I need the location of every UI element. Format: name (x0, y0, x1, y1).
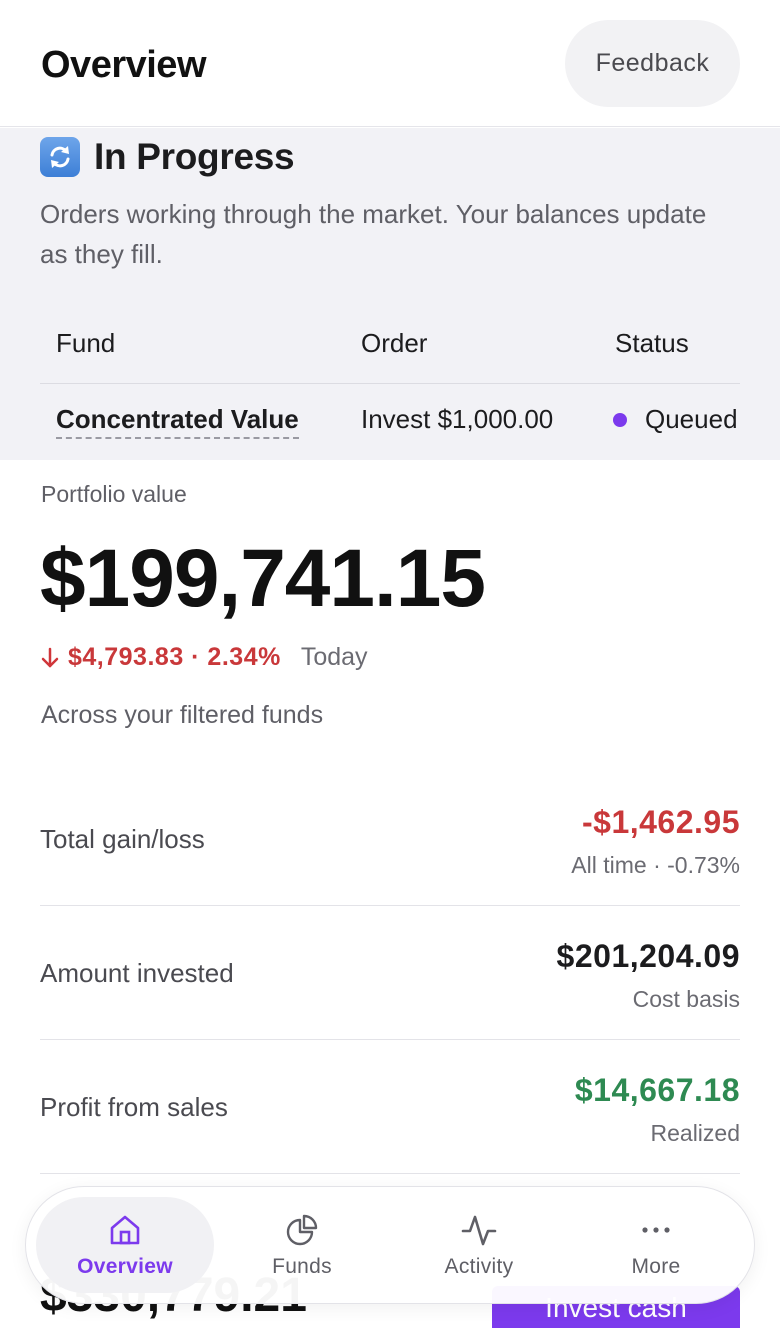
in-progress-header: In Progress (40, 136, 295, 178)
column-header-fund: Fund (56, 328, 116, 358)
in-progress-panel: In Progress Orders working through the m… (0, 128, 780, 460)
orders-table: Fund Order Status Concentrated Value Inv… (40, 298, 740, 460)
tab-label: Activity (444, 1255, 514, 1278)
stat-value: $14,667.18 (574, 1072, 740, 1108)
stat-label: Amount invested (40, 958, 234, 988)
bottom-tab-bar: Overview Funds Activity More (25, 1186, 755, 1304)
column-header-status: Status (615, 328, 689, 358)
stat-label: Total gain/loss (40, 824, 205, 854)
orders-table-header: Fund Order Status (40, 298, 740, 384)
order-cell: Invest $1,000.00 (361, 404, 554, 434)
tab-label: More (631, 1255, 681, 1278)
fund-cell: Concentrated Value (56, 404, 299, 439)
home-icon (106, 1211, 144, 1249)
change-period: Today (300, 643, 368, 671)
column-header-order: Order (361, 328, 428, 358)
stat-sub: Cost basis (632, 986, 740, 1012)
fund-link[interactable]: Concentrated Value (56, 404, 299, 439)
arrow-down-icon (41, 647, 59, 667)
stat-value: $201,204.09 (556, 938, 740, 974)
pie-chart-icon (283, 1211, 321, 1249)
status-dot (613, 412, 627, 427)
activity-icon (460, 1211, 498, 1249)
change-value: $4,793.83 · 2.34% (68, 643, 281, 671)
stat-profit-from-sales: Profit from sales $14,667.18 Realized (40, 1040, 740, 1174)
tab-overview[interactable]: Overview (36, 1197, 214, 1293)
feedback-button[interactable]: Feedback (565, 20, 740, 107)
page-title: Overview (41, 44, 207, 86)
scope-note: Across your filtered funds (41, 701, 324, 729)
in-progress-description: Orders working through the market. Your … (40, 199, 707, 269)
status-cell: Queued (613, 404, 740, 435)
stat-sub: Realized (650, 1120, 741, 1146)
table-row: Concentrated Value Invest $1,000.00 Queu… (40, 384, 740, 460)
tab-label: Overview (77, 1255, 173, 1278)
in-progress-title: In Progress (94, 136, 295, 177)
sync-icon (40, 137, 80, 177)
status-text: Queued (645, 404, 738, 434)
stat-value: -$1,462.95 (581, 804, 740, 840)
stat-amount-invested: Amount invested $201,204.09 Cost basis (40, 906, 740, 1040)
stat-label: Profit from sales (40, 1092, 228, 1122)
more-icon (637, 1211, 675, 1249)
tab-activity[interactable]: Activity (390, 1197, 568, 1293)
portfolio-value-label: Portfolio value (41, 481, 187, 507)
tab-label: Funds (272, 1255, 332, 1278)
tab-more[interactable]: More (567, 1197, 745, 1293)
daily-change: $4,793.83 · 2.34% Today (40, 643, 368, 672)
stats-list: Total gain/loss -$1,462.95 All time · -0… (40, 772, 740, 1174)
tab-funds[interactable]: Funds (213, 1197, 391, 1293)
stat-sub: All time · -0.73% (571, 852, 740, 878)
app-header: Overview Feedback (0, 0, 780, 127)
portfolio-value: $199,741.15 (40, 533, 486, 624)
stat-total-gain-loss: Total gain/loss -$1,462.95 All time · -0… (40, 772, 740, 906)
